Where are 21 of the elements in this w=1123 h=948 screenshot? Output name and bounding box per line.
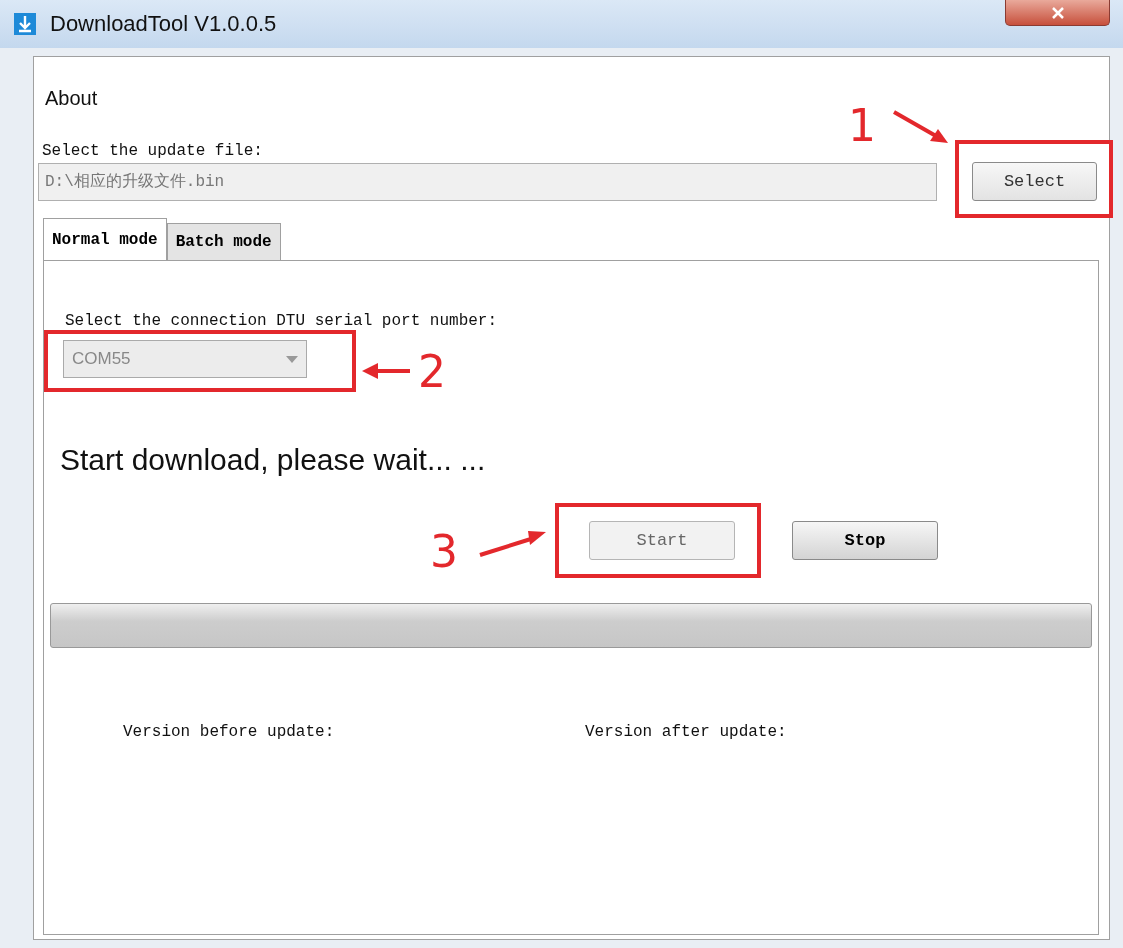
- version-label: Version after update:: [585, 723, 787, 741]
- download-icon: [14, 13, 36, 35]
- status-message: Start download, please wait... ...: [60, 443, 486, 477]
- annotation-number: 1: [848, 104, 876, 148]
- annotation-number: 3: [430, 530, 458, 574]
- dropdown-caret-icon: [286, 355, 298, 363]
- menu-item[interactable]: About: [45, 87, 98, 110]
- tab[interactable]: Batch mode: [166, 223, 281, 260]
- field-label: Select the update file:: [42, 142, 263, 160]
- annotation-arrow: [892, 108, 950, 144]
- annotation-arrow: [362, 362, 412, 380]
- close-button[interactable]: [1005, 0, 1110, 26]
- window-title: DownloadTool V1.0.0.5: [50, 11, 277, 37]
- annotation-arrow: [478, 528, 548, 558]
- close-icon: [1050, 6, 1065, 19]
- select-button[interactable]: Select: [972, 162, 1097, 201]
- version-label: Version before update:: [123, 723, 336, 741]
- tab[interactable]: Normal mode: [43, 218, 167, 261]
- annotation-number: 2: [418, 350, 446, 394]
- field-label: Select the connection DTU serial port number:: [65, 312, 498, 330]
- stop-button[interactable]: Stop: [792, 521, 938, 560]
